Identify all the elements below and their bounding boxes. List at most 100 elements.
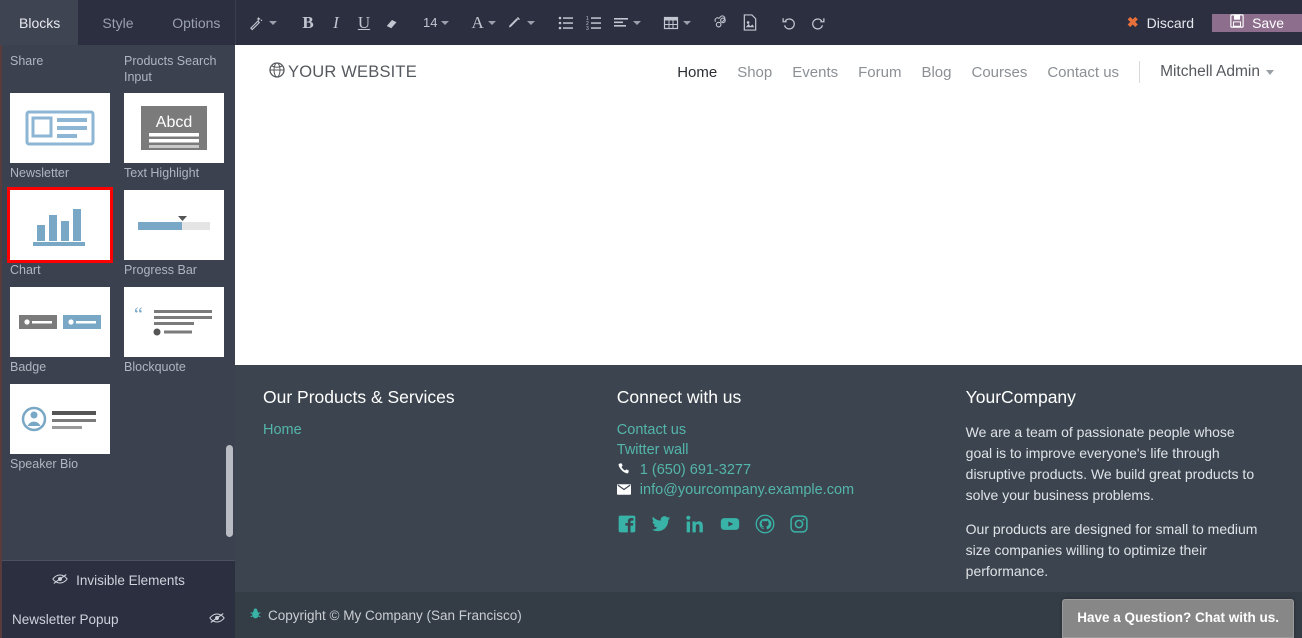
eye-slash-icon xyxy=(52,573,68,588)
chevron-down-icon xyxy=(632,20,641,25)
block-item-progress-bar[interactable]: Progress Bar xyxy=(124,190,224,277)
invisible-elements-list: Newsletter Popup xyxy=(2,600,235,638)
footer-paragraph-1: We are a team of passionate people whose… xyxy=(965,424,1255,503)
site-page-body[interactable] xyxy=(235,99,1302,365)
progress-bar-thumb-icon xyxy=(124,190,224,260)
font-size-value: 14 xyxy=(423,15,438,30)
block-item-chart[interactable]: Chart xyxy=(7,187,113,277)
block-item-newsletter[interactable]: Newsletter xyxy=(10,93,110,180)
editor-topbar: Blocks Style Options B I U 14 A 1 2 3 ✖ … xyxy=(0,0,1302,45)
magic-wand-icon[interactable] xyxy=(244,8,281,38)
discard-label: Discard xyxy=(1146,14,1195,31)
link-icon[interactable] xyxy=(709,8,735,38)
footer-col3-title: YourCompany xyxy=(965,387,1076,407)
footer-column-products: Our Products & Services Home xyxy=(249,387,603,582)
image-icon[interactable] xyxy=(737,8,763,38)
invisible-item-newsletter-popup[interactable]: Newsletter Popup xyxy=(12,600,225,638)
site-footer: Our Products & Services Home Connect wit… xyxy=(235,365,1302,592)
instagram-icon[interactable] xyxy=(789,514,809,539)
nav-item-shop[interactable]: Shop xyxy=(737,64,772,81)
footer-link-twitter-wall[interactable]: Twitter wall xyxy=(617,442,938,458)
footer-email[interactable]: info@yourcompany.example.com xyxy=(616,482,938,498)
chat-widget-button[interactable]: Have a Question? Chat with us. xyxy=(1062,599,1294,638)
newsletter-thumb-icon xyxy=(10,93,110,163)
user-menu-label: Mitchell Admin xyxy=(1160,63,1260,80)
website-canvas[interactable]: YOUR WEBSITE Home Shop Events Forum Blog… xyxy=(235,45,1302,638)
topbar-actions: ✖ Discard Save xyxy=(1100,13,1302,32)
block-label-blockquote: Blockquote xyxy=(124,360,186,374)
bold-button[interactable]: B xyxy=(295,8,321,38)
font-color-button[interactable]: A xyxy=(467,8,499,38)
footer-email-label: info@yourcompany.example.com xyxy=(639,482,855,498)
text-align-icon[interactable] xyxy=(609,8,645,38)
redo-icon[interactable] xyxy=(805,8,831,38)
chevron-down-icon xyxy=(269,20,277,25)
chevron-down-icon xyxy=(526,20,535,25)
block-item-speaker-bio[interactable]: Speaker Bio xyxy=(10,384,110,471)
user-menu[interactable]: Mitchell Admin xyxy=(1160,63,1274,81)
underline-button[interactable]: U xyxy=(351,8,377,38)
block-item-blockquote[interactable]: “ Blockquote xyxy=(124,287,224,374)
nav-item-contact-us[interactable]: Contact us xyxy=(1047,64,1119,81)
font-size-select[interactable]: 14 xyxy=(419,8,453,38)
chevron-down-icon xyxy=(682,20,691,25)
numbered-list-icon[interactable]: 123 xyxy=(581,8,607,38)
chevron-down-icon xyxy=(441,20,450,25)
youtube-icon[interactable] xyxy=(719,514,741,539)
footer-phone-label: 1 (650) 691-3277 xyxy=(639,462,752,478)
nav-item-forum[interactable]: Forum xyxy=(858,64,901,81)
tab-blocks[interactable]: Blocks xyxy=(0,0,79,45)
footer-column-connect: Connect with us Contact us Twitter wall … xyxy=(603,387,952,582)
highlight-color-icon[interactable] xyxy=(502,8,539,38)
block-label-badge: Badge xyxy=(10,360,47,374)
save-button[interactable]: Save xyxy=(1212,13,1302,32)
undo-icon[interactable] xyxy=(777,8,803,38)
block-label-products-search-input: Products Search Input xyxy=(124,54,217,84)
nav-divider xyxy=(1139,61,1141,83)
svg-text:Abcd: Abcd xyxy=(156,114,192,131)
phone-icon xyxy=(617,462,632,478)
block-label-speaker-bio: Speaker Bio xyxy=(10,457,79,471)
bulleted-list-icon[interactable] xyxy=(553,8,579,38)
chevron-down-icon xyxy=(487,20,496,25)
blocks-panel-scrollbar[interactable] xyxy=(226,445,233,537)
github-icon[interactable] xyxy=(755,514,775,539)
block-item-badge[interactable]: Badge xyxy=(10,287,110,374)
block-item-products-search-input[interactable]: Products Search Input xyxy=(124,51,224,93)
nav-item-blog[interactable]: Blog xyxy=(921,64,951,81)
footer-paragraph-2: Our products are designed for small to m… xyxy=(965,521,1258,579)
footer-phone[interactable]: 1 (650) 691-3277 xyxy=(617,462,938,478)
invisible-item-label: Newsletter Popup xyxy=(12,611,119,627)
discard-button[interactable]: ✖ Discard xyxy=(1109,14,1212,32)
bold-label: B xyxy=(302,12,314,32)
speaker-bio-thumb-icon xyxy=(10,384,110,454)
footer-link-contact-us[interactable]: Contact us xyxy=(617,422,938,438)
nav-item-home[interactable]: Home xyxy=(677,64,717,81)
nav-item-courses[interactable]: Courses xyxy=(971,64,1027,81)
block-item-text-highlight[interactable]: Abcd Text Highlight xyxy=(124,93,224,180)
site-logo[interactable]: YOUR WEBSITE xyxy=(269,62,417,82)
remove-format-icon[interactable] xyxy=(379,8,405,38)
invisible-elements-header[interactable]: Invisible Elements xyxy=(2,560,235,600)
footer-social-links xyxy=(617,514,938,539)
tab-style[interactable]: Style xyxy=(78,0,156,45)
block-item-share[interactable]: Share xyxy=(10,51,110,93)
tab-options[interactable]: Options xyxy=(157,0,235,45)
footer-link-home[interactable]: Home xyxy=(263,422,589,438)
nav-item-events[interactable]: Events xyxy=(792,64,838,81)
italic-button[interactable]: I xyxy=(323,8,349,38)
italic-label: I xyxy=(333,12,339,32)
blockquote-thumb-icon: “ xyxy=(124,287,224,357)
eye-slash-icon[interactable] xyxy=(209,611,225,627)
svg-text:“: “ xyxy=(134,305,143,326)
linkedin-icon[interactable] xyxy=(685,514,705,539)
blocks-scroll-area[interactable]: Share Products Search Input Newsletter A… xyxy=(2,45,235,560)
facebook-icon[interactable] xyxy=(617,514,637,539)
tab-style-label: Style xyxy=(102,14,134,31)
partial-block-row: Share Products Search Input xyxy=(10,45,227,93)
twitter-icon[interactable] xyxy=(651,514,671,539)
editor-body: Share Products Search Input Newsletter A… xyxy=(0,45,1302,638)
table-icon[interactable] xyxy=(659,8,695,38)
bug-icon xyxy=(249,607,262,623)
footer-column-company: YourCompany We are a team of passionate … xyxy=(952,387,1276,582)
